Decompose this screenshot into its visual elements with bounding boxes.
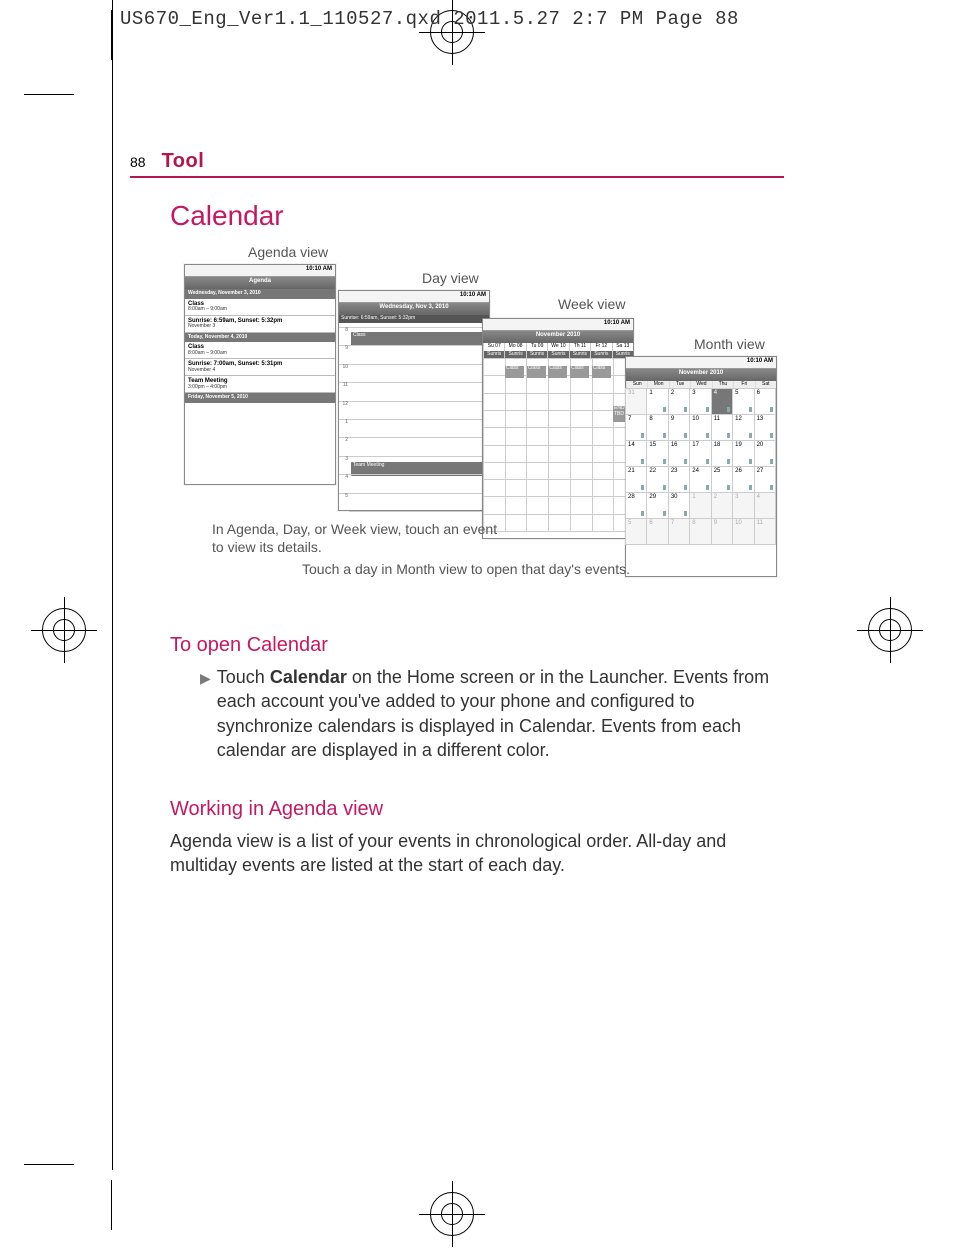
page-number: 88 [130,154,146,170]
month-screenshot: 10:10 AM November 2010 SunMonTueWedThuFr… [625,356,777,577]
month-day[interactable]: 9 [711,518,733,545]
month-day[interactable]: 22 [646,466,668,493]
month-day[interactable]: 8 [646,414,668,441]
bullet-icon: ▶ [200,670,211,762]
text-bold: Calendar [270,667,347,687]
month-day[interactable]: 18 [711,440,733,467]
week-day-header[interactable]: Sa 13 [612,343,633,351]
month-day[interactable]: 23 [668,466,690,493]
month-day[interactable]: 12 [732,414,754,441]
heading-open-calendar: To open Calendar [170,634,784,657]
screen-title: November 2010 [626,369,776,381]
month-day[interactable]: 17 [689,440,711,467]
week-event[interactable]: Class [527,366,546,378]
event-class[interactable]: Class [351,332,485,346]
month-day[interactable]: 10 [732,518,754,545]
label-agenda-view: Agenda view [248,244,328,260]
agenda-event[interactable]: Sunrise: 7:00am, Sunset: 5:31pmNovember … [185,359,335,376]
month-day[interactable]: 4 [711,388,733,415]
day-screenshot: 10:10 AM Wednesday, Nov 3, 2010 Sunrise:… [338,290,490,511]
week-day-header[interactable]: Su 07 [483,343,504,351]
screen-title: November 2010 [483,331,633,343]
week-event[interactable]: Class [505,366,524,378]
month-day[interactable]: 1 [646,388,668,415]
agenda-event[interactable]: Team Meeting3:00pm – 4:00pm [185,376,335,393]
caption-touch-event: In Agenda, Day, or Week view, touch an e… [212,521,512,556]
month-day[interactable]: 6 [646,518,668,545]
month-day[interactable]: 4 [754,492,776,519]
heading-agenda-view: Working in Agenda view [170,798,784,821]
month-day[interactable]: 5 [732,388,754,415]
status-bar: 10:10 AM [339,291,489,303]
label-day-view: Day view [422,270,479,286]
page-title: Calendar [170,200,784,232]
month-day[interactable]: 11 [754,518,776,545]
month-day[interactable]: 6 [754,388,776,415]
agenda-event[interactable]: Sunrise: 6:59am, Sunset: 5:32pmNovember … [185,316,335,333]
month-day[interactable]: 7 [668,518,690,545]
week-day-header[interactable]: Mo 08 [504,343,525,351]
agenda-date-header: Today, November 4, 2010 [185,333,335,343]
week-day-header[interactable]: Fr 12 [590,343,611,351]
month-day[interactable]: 24 [689,466,711,493]
month-day[interactable]: 1 [689,492,711,519]
step-open-calendar: ▶ Touch Calendar on the Home screen or i… [200,665,784,762]
month-day[interactable]: 31 [625,388,647,415]
text: Touch [217,667,270,687]
label-week-view: Week view [558,296,625,312]
agenda-event[interactable]: Class8:00am – 9:00am [185,299,335,316]
month-day[interactable]: 3 [689,388,711,415]
week-event[interactable]: Class [592,366,611,378]
month-day[interactable]: 10 [689,414,711,441]
week-day-header[interactable]: Th 11 [569,343,590,351]
month-day[interactable]: 27 [754,466,776,493]
month-day[interactable]: 26 [732,466,754,493]
month-day[interactable]: 29 [646,492,668,519]
week-screenshot: 10:10 AM November 2010 Su 07Mo 08Tu 09We… [482,318,634,539]
label-month-view: Month view [694,336,765,352]
month-day[interactable]: 11 [711,414,733,441]
week-event[interactable]: Class [570,366,589,378]
print-slug: US670_Eng_Ver1.1_110527.qxd 2011.5.27 2:… [120,8,739,30]
month-day[interactable]: 21 [625,466,647,493]
allday-row: Sunrise: 6:59am, Sunset: 5:32pm [339,315,489,323]
status-bar: 10:10 AM [185,265,335,277]
agenda-date-header: Friday, November 5, 2010 [185,393,335,403]
month-day[interactable]: 5 [625,518,647,545]
month-day[interactable]: 9 [668,414,690,441]
month-day[interactable]: 20 [754,440,776,467]
screen-title: Wednesday, Nov 3, 2010 [339,303,489,315]
running-head: 88 Tool [130,150,784,178]
screenshots-cluster: Agenda view Day view Week view Month vie… [170,248,784,598]
section-name: Tool [162,150,205,173]
agenda-screenshot: 10:10 AM Agenda Wednesday, November 3, 2… [184,264,336,485]
month-day[interactable]: 25 [711,466,733,493]
week-day-header[interactable]: Tu 09 [526,343,547,351]
week-day-header[interactable]: We 10 [547,343,568,351]
status-bar: 10:10 AM [626,357,776,369]
agenda-date-header: Wednesday, November 3, 2010 [185,289,335,299]
month-day[interactable]: 28 [625,492,647,519]
month-day[interactable]: 14 [625,440,647,467]
month-day[interactable]: 30 [668,492,690,519]
month-day[interactable]: 2 [711,492,733,519]
screen-title: Agenda [185,277,335,289]
month-day[interactable]: 15 [646,440,668,467]
month-day[interactable]: 2 [668,388,690,415]
status-bar: 10:10 AM [483,319,633,331]
month-day[interactable]: 3 [732,492,754,519]
agenda-event[interactable]: Class8:00am – 9:00am [185,342,335,359]
month-day[interactable]: 13 [754,414,776,441]
paragraph-agenda: Agenda view is a list of your events in … [170,829,784,878]
month-day[interactable]: 19 [732,440,754,467]
caption-touch-day: Touch a day in Month view to open that d… [290,561,630,579]
month-day[interactable]: 7 [625,414,647,441]
month-day[interactable]: 8 [689,518,711,545]
week-event[interactable]: Class [548,366,567,378]
month-day[interactable]: 16 [668,440,690,467]
